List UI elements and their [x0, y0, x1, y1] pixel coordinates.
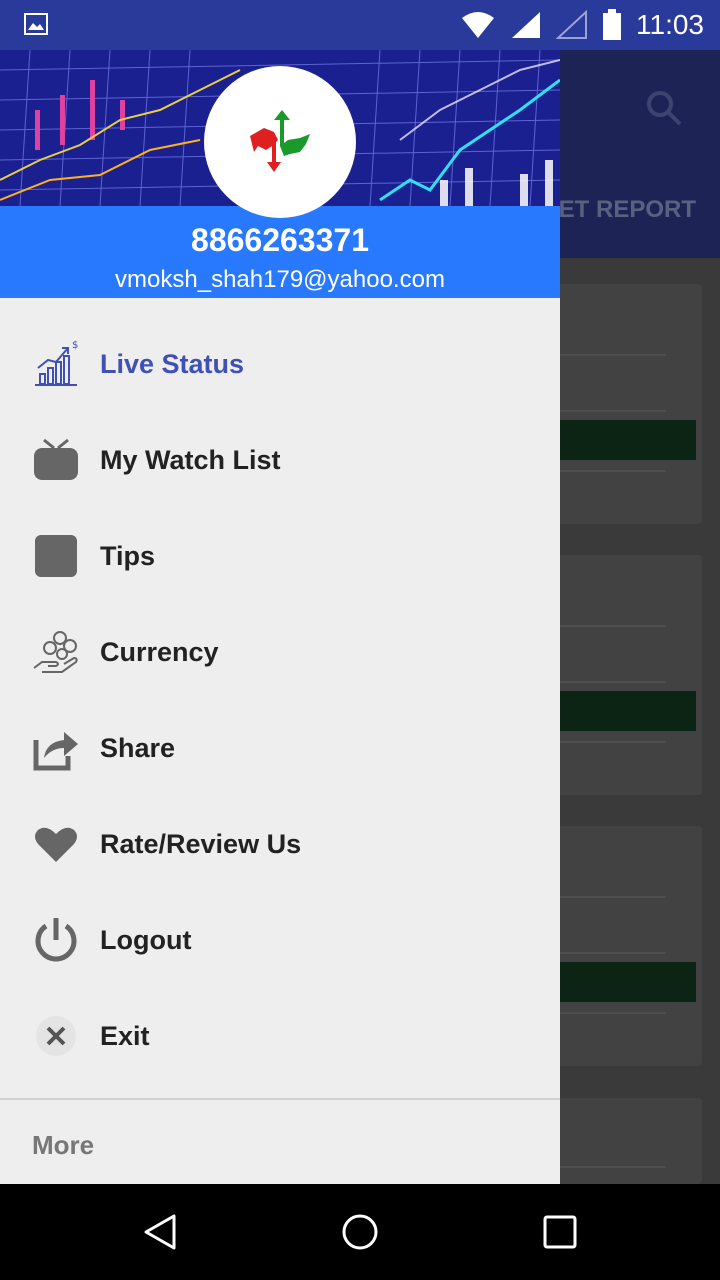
profile-email: vmoksh_shah179@yahoo.com	[115, 266, 445, 293]
profile-phone: 8866263371	[191, 222, 369, 258]
home-icon[interactable]	[340, 1212, 380, 1252]
menu-item-label: Logout	[100, 925, 192, 955]
share-icon	[32, 724, 80, 772]
background-tab-label: KET REPORT	[541, 196, 696, 223]
recents-icon[interactable]	[540, 1212, 580, 1252]
back-icon[interactable]	[140, 1212, 180, 1252]
wifi-icon	[462, 12, 494, 38]
menu-item-logout[interactable]: Logout	[0, 892, 560, 988]
system-nav-bar	[0, 1184, 720, 1280]
more-section-label[interactable]: More	[32, 1130, 94, 1161]
signal-empty-icon	[556, 10, 587, 39]
menu-item-my-watch-list[interactable]: My Watch List	[0, 412, 560, 508]
background-card	[540, 1098, 702, 1184]
menu-item-label: Live Status	[100, 349, 245, 379]
drawer-header: 8866263371 vmoksh_shah179@yahoo.com	[0, 50, 560, 298]
menu-item-label: Rate/Review Us	[100, 829, 302, 859]
drawer-divider	[0, 1098, 560, 1100]
tv-icon	[32, 436, 80, 484]
profile-avatar[interactable]	[204, 66, 356, 218]
chart-growth-icon: $	[32, 340, 80, 388]
navigation-drawer: 8866263371 vmoksh_shah179@yahoo.com $ Li…	[0, 50, 560, 1184]
heart-icon	[32, 820, 80, 868]
battery-icon	[603, 9, 621, 40]
power-icon	[32, 916, 80, 964]
menu-item-live-status[interactable]: $ Live Status	[0, 316, 560, 412]
square-icon	[32, 532, 80, 580]
menu-item-currency[interactable]: Currency	[0, 604, 560, 700]
background-card	[540, 284, 702, 524]
close-icon	[32, 1012, 80, 1060]
image-icon	[24, 13, 48, 35]
currency-hand-icon	[32, 628, 80, 676]
svg-text:$: $	[72, 340, 78, 351]
menu-item-label: Tips	[100, 541, 156, 571]
background-green-bar	[540, 962, 696, 1002]
signal-icon	[512, 12, 540, 38]
background-card	[540, 555, 702, 795]
menu-item-share[interactable]: Share	[0, 700, 560, 796]
bull-bear-logo-icon	[250, 110, 310, 172]
menu-item-label: Share	[100, 733, 176, 763]
drawer-menu: $ Live Status My Watch List Tips Currenc…	[0, 316, 560, 1084]
menu-item-rate-review[interactable]: Rate/Review Us	[0, 796, 560, 892]
background-green-bar	[540, 420, 696, 460]
menu-item-exit[interactable]: Exit	[0, 988, 560, 1084]
status-time: 11:03	[636, 9, 704, 40]
menu-item-label: Exit	[100, 1021, 150, 1051]
menu-item-label: Currency	[100, 637, 219, 667]
search-icon	[647, 91, 682, 126]
background-green-bar	[540, 691, 696, 731]
menu-item-tips[interactable]: Tips	[0, 508, 560, 604]
background-card	[540, 826, 702, 1066]
menu-item-label: My Watch List	[100, 445, 281, 475]
status-bar: 11:03	[0, 0, 720, 50]
